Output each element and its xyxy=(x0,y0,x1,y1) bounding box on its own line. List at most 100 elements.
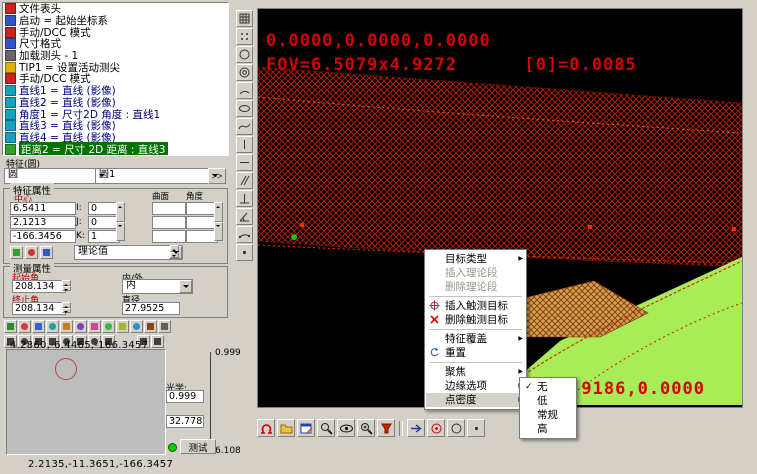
eye-icon[interactable] xyxy=(337,419,355,437)
probe-omega-icon[interactable] xyxy=(257,419,275,437)
magnifier-icon[interactable] xyxy=(317,419,335,437)
profile-icon[interactable] xyxy=(144,320,157,333)
line-feature-icon xyxy=(5,132,16,143)
edit-window-icon[interactable] xyxy=(297,419,315,437)
hline-tool-icon[interactable] xyxy=(236,154,253,171)
start-angle-spinner[interactable] xyxy=(62,280,71,291)
magnification-value-field[interactable]: 32.778 xyxy=(166,415,204,428)
tree-item-distance2-selected[interactable]: 距离2 = 尺寸 2D 距离 : 直线3 xyxy=(3,143,228,155)
surface-offset-field-2[interactable] xyxy=(152,216,186,229)
submenu-item-low[interactable]: 低 xyxy=(521,394,575,408)
corner-point-icon[interactable] xyxy=(88,320,101,333)
grid-tool-icon[interactable] xyxy=(236,10,253,27)
best-fit-icon[interactable] xyxy=(4,320,17,333)
theoretical-value-combo[interactable]: 理论值 xyxy=(74,245,183,260)
menu-item-feature-override[interactable]: 特征覆盖 ▶ xyxy=(426,332,525,346)
arrow-right-icon[interactable] xyxy=(407,419,425,437)
scan-icon[interactable] xyxy=(130,320,143,333)
menu-item-focus[interactable]: 聚焦 ▶ xyxy=(426,365,525,379)
delete-probe-target-icon xyxy=(429,314,440,325)
submenu-label: 无 xyxy=(537,381,548,393)
toggle-axis-icon[interactable] xyxy=(40,246,53,259)
perpendicular-tool-icon[interactable] xyxy=(236,190,253,207)
edit-window-command-list: 文件表头 启动 = 起始坐标系 手动/DCC 模式 尺寸格式 加载测头 - 1 … xyxy=(2,2,229,156)
menu-item-point-density[interactable]: 点密度 ▶ xyxy=(426,393,525,407)
point-small-icon[interactable] xyxy=(467,419,485,437)
arc-segment-tool-icon[interactable] xyxy=(236,226,253,243)
parallel-lines-tool-icon[interactable] xyxy=(236,172,253,189)
inout-combo[interactable]: 内 xyxy=(122,279,193,294)
diameter-field[interactable]: 27.9525 xyxy=(122,302,180,315)
center-z-field[interactable]: -166.3456 xyxy=(10,230,76,243)
menu-item-delete-theo-segment[interactable]: 删除理论段 xyxy=(426,280,525,294)
arc-tool-icon[interactable] xyxy=(236,82,253,99)
dot-grid-tool-icon[interactable] xyxy=(236,28,253,45)
menu-item-insert-theo-segment[interactable]: 插入理论段 xyxy=(426,266,525,280)
distance-dimension-icon xyxy=(5,144,16,155)
menu-label: 插入触测目标 xyxy=(445,300,508,312)
line-feature-icon xyxy=(5,120,16,131)
open-folder-icon[interactable] xyxy=(277,419,295,437)
status-led xyxy=(168,443,177,452)
curve-tool-icon[interactable] xyxy=(236,118,253,135)
angle-dimension-icon xyxy=(5,109,16,120)
magnifier-plus-icon[interactable] xyxy=(357,419,375,437)
submenu-label: 低 xyxy=(537,395,548,407)
start-angle-field[interactable]: 208.134 xyxy=(12,280,66,293)
menu-label: 删除触测目标 xyxy=(445,314,508,326)
edge-point-icon[interactable] xyxy=(46,320,59,333)
theoretical-value: 理论值 xyxy=(78,246,108,257)
auto-feature-icon[interactable] xyxy=(102,320,115,333)
end-angle-field[interactable]: 208.134 xyxy=(12,302,66,315)
slider-min-label: 6.108 xyxy=(215,446,241,456)
toggle-circle-icon[interactable] xyxy=(25,246,38,259)
test-button[interactable]: 测试 xyxy=(180,439,216,454)
toggle-polar-icon[interactable] xyxy=(10,246,23,259)
offset-spinner[interactable] xyxy=(214,202,223,241)
ellipse-tool-icon[interactable] xyxy=(236,100,253,117)
feature-type-combo[interactable]: 圆 xyxy=(4,168,109,184)
target-circle-icon[interactable] xyxy=(427,419,445,437)
surface-offset-field-3[interactable] xyxy=(152,230,186,243)
i-axis-label: I: xyxy=(76,203,82,213)
circle-outline-icon[interactable] xyxy=(447,419,465,437)
menu-item-target-type[interactable]: 目标类型 ▶ xyxy=(426,252,525,266)
video-preview-pane[interactable] xyxy=(6,349,166,455)
active-tip-icon xyxy=(5,62,16,73)
file-header-icon xyxy=(5,3,16,14)
end-angle-spinner[interactable] xyxy=(62,302,71,313)
surface-offset-field-1[interactable] xyxy=(152,202,186,215)
manual-dcc-mode-icon xyxy=(5,73,16,84)
circle-tool-icon[interactable] xyxy=(236,46,253,63)
surface-point-icon[interactable] xyxy=(60,320,73,333)
point-tool-icon[interactable] xyxy=(236,244,253,261)
feature-name-combo[interactable]: 圆1 xyxy=(95,168,222,184)
submenu-item-normal[interactable]: 常规 xyxy=(521,408,575,422)
report-view-icon[interactable] xyxy=(151,335,164,348)
menu-item-edge-options[interactable]: 边缘选项 ▶ xyxy=(426,379,525,393)
center-x-field[interactable]: 6.5411 xyxy=(10,202,76,215)
magnification-slider[interactable] xyxy=(210,352,214,452)
vline-tool-icon[interactable] xyxy=(236,136,253,153)
angle-point-icon[interactable] xyxy=(74,320,87,333)
circle-target-icon[interactable] xyxy=(18,320,31,333)
menu-item-reset[interactable]: 重置 xyxy=(426,346,525,360)
grid-points-icon[interactable] xyxy=(158,320,171,333)
optical-value-field[interactable]: 0.999 xyxy=(166,390,204,403)
funnel-icon[interactable] xyxy=(377,419,395,437)
angle-tool-icon[interactable] xyxy=(236,208,253,225)
vector-target-icon[interactable] xyxy=(32,320,45,333)
pcdmis-vision-window: 文件表头 启动 = 起始坐标系 手动/DCC 模式 尺寸格式 加载测头 - 1 … xyxy=(0,0,757,474)
menu-item-delete-probe-target[interactable]: 删除触测目标 xyxy=(426,313,525,327)
pattern-icon[interactable] xyxy=(116,320,129,333)
menu-item-insert-probe-target[interactable]: 插入触测目标 xyxy=(426,299,525,313)
toolbar-separator xyxy=(399,421,403,436)
concentric-circle-tool-icon[interactable] xyxy=(236,64,253,81)
measured-xyz-readout: 2.2135,-11.3651,-166.3457 xyxy=(28,459,173,470)
feature-toolbar-row1 xyxy=(4,320,172,336)
center-y-field[interactable]: 2.1213 xyxy=(10,216,76,229)
submenu-item-none[interactable]: ✓ 无 xyxy=(521,380,575,394)
menu-label: 插入理论段 xyxy=(445,267,498,279)
submenu-item-high[interactable]: 高 xyxy=(521,422,575,436)
vector-spinner[interactable] xyxy=(116,202,125,241)
